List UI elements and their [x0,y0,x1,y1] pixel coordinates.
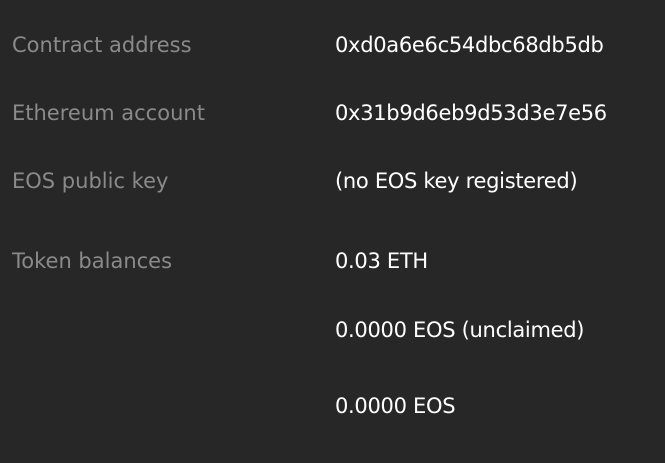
contract-address-row: Contract address 0xd0a6e6c54dbc68db5db [0,25,665,65]
eos-unclaimed-balance-value: 0.0000 EOS (unclaimed) [335,318,585,342]
eos-balance-row: 0.0000 EOS [0,386,665,426]
contract-address-value[interactable]: 0xd0a6e6c54dbc68db5db [335,25,665,65]
eth-balance-value: 0.03 ETH [335,249,428,273]
token-balances-label: Token balances [12,249,173,273]
eos-balance-value: 0.0000 EOS [335,394,456,418]
token-balances-row: Token balances 0.03 ETH [0,241,665,281]
eos-unclaimed-balance-row: 0.0000 EOS (unclaimed) [0,310,665,350]
eos-public-key-value: (no EOS key registered) [335,169,578,193]
ethereum-account-row: Ethereum account 0x31b9d6eb9d53d3e7e56 [0,93,665,133]
eos-public-key-row: EOS public key (no EOS key registered) [0,161,665,201]
ethereum-account-label: Ethereum account [12,101,205,125]
account-details-panel: Contract address 0xd0a6e6c54dbc68db5db E… [0,0,665,463]
contract-address-label: Contract address [12,33,192,57]
ethereum-account-value[interactable]: 0x31b9d6eb9d53d3e7e56 [335,93,665,133]
eos-public-key-label: EOS public key [12,169,169,193]
